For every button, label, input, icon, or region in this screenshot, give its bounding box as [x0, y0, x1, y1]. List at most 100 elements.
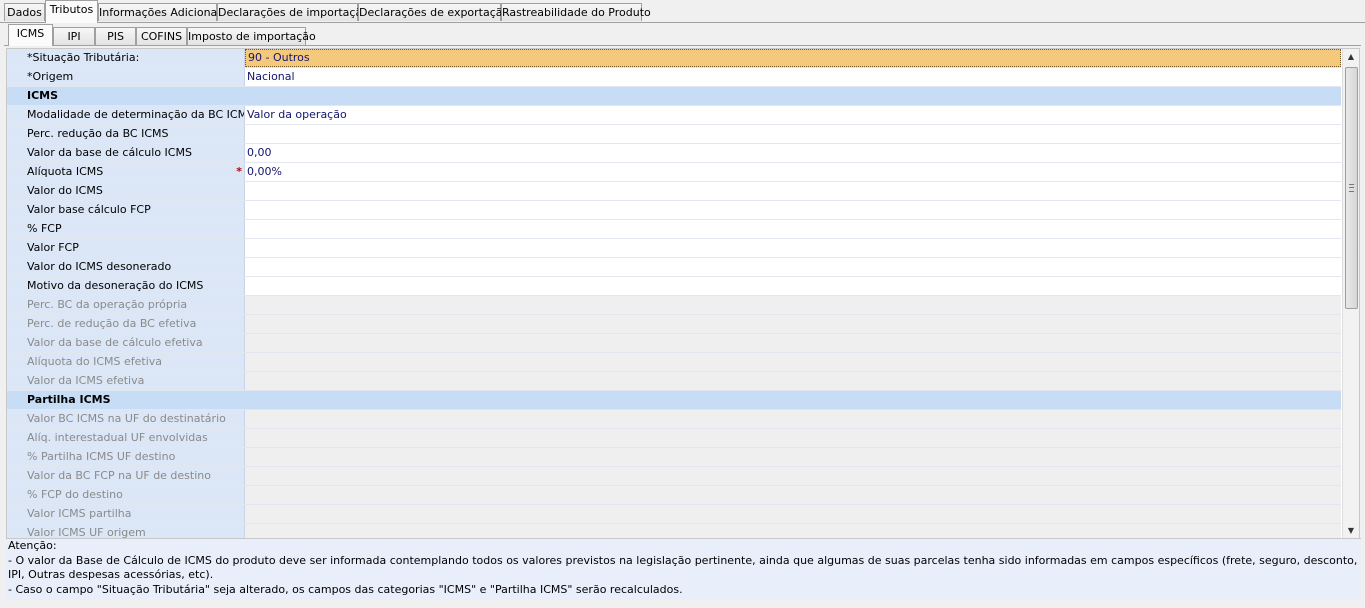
scroll-down-icon[interactable]: ▼ [1343, 523, 1359, 539]
tab-ipi[interactable]: IPI [53, 27, 95, 45]
category-header[interactable]: Partilha ICMS [7, 391, 1341, 410]
field-value [245, 467, 1341, 485]
required-marker: * [236, 165, 242, 178]
info-line-1: - O valor da Base de Cálculo de ICMS do … [8, 553, 1358, 582]
field-label-text: Perc. redução da BC ICMS [27, 127, 169, 140]
grid-row[interactable]: Perc. BC da operação própria [7, 296, 1341, 315]
field-label: Alíquota do ICMS efetiva [7, 353, 245, 371]
tab-tributos[interactable]: Tributos [45, 0, 98, 23]
grid-row[interactable]: Valor base cálculo FCP [7, 201, 1341, 220]
grid-row[interactable]: Valor do ICMS desonerado [7, 258, 1341, 277]
field-label-text: Valor da base de cálculo ICMS [27, 146, 192, 159]
field-value [245, 448, 1341, 466]
field-value [245, 429, 1341, 447]
field-label-text: Perc. BC da operação própria [27, 298, 188, 311]
field-label-text: % FCP do destino [27, 488, 123, 501]
sub-tab-strip: ICMS IPI PIS COFINS Imposto de importaçã… [4, 24, 1361, 46]
field-label-text: Modalidade de determinação da BC ICMS [27, 108, 245, 121]
field-value [245, 486, 1341, 504]
field-label-text: Valor da BC FCP na UF de destino [27, 469, 211, 482]
field-value[interactable]: 0,00% [245, 163, 1341, 181]
field-value [245, 353, 1341, 371]
field-value[interactable] [245, 201, 1341, 219]
field-label: Valor da base de cálculo efetiva [7, 334, 245, 352]
vertical-scrollbar[interactable]: ▲ ▼ [1342, 49, 1359, 539]
grip-icon [1349, 184, 1354, 192]
field-label: Valor do ICMS [7, 182, 245, 200]
field-value[interactable] [245, 125, 1341, 143]
field-value[interactable]: 90 - Outros [245, 49, 1341, 67]
tab-declaracoes-importacao[interactable]: Declarações de importação [217, 3, 369, 21]
field-label: Valor da BC FCP na UF de destino [7, 467, 245, 485]
grid-row[interactable]: Perc. de redução da BC efetiva [7, 315, 1341, 334]
field-value [245, 410, 1341, 428]
field-value [245, 296, 1341, 314]
grid-row[interactable]: Valor da base de cálculo ICMS 0,00 [7, 144, 1341, 163]
field-value[interactable]: Valor da operação [245, 106, 1341, 124]
grid-row[interactable]: Valor ICMS partilha [7, 505, 1341, 524]
tab-imposto-importacao[interactable]: Imposto de importação [187, 27, 316, 45]
category-header[interactable]: ICMS [7, 87, 1341, 106]
field-label: Valor FCP [7, 239, 245, 257]
field-value [245, 334, 1341, 352]
tab-cofins[interactable]: COFINS [136, 27, 187, 45]
field-label: % FCP [7, 220, 245, 238]
field-label-text: Valor do ICMS [27, 184, 103, 197]
field-value[interactable]: Nacional [245, 68, 1341, 86]
field-label: Valor da ICMS efetiva [7, 372, 245, 390]
grid-row[interactable]: Valor FCP [7, 239, 1341, 258]
tab-informacoes-adicionais[interactable]: Informações Adicionais [98, 3, 226, 21]
field-value[interactable] [245, 220, 1341, 238]
grid-row[interactable]: % Partilha ICMS UF destino [7, 448, 1341, 467]
grid-row[interactable]: Alíquota do ICMS efetiva [7, 353, 1341, 372]
field-label-text: Alíquota ICMS [27, 165, 104, 178]
tab-dados[interactable]: Dados [4, 3, 45, 21]
field-label-text: Valor ICMS partilha [27, 507, 132, 520]
grid-row[interactable]: Valor da BC FCP na UF de destino [7, 467, 1341, 486]
field-value [245, 505, 1341, 523]
field-value[interactable]: 0,00 [245, 144, 1341, 162]
field-label: Alíq. interestadual UF envolvidas [7, 429, 245, 447]
grid-row[interactable]: Valor da ICMS efetiva [7, 372, 1341, 391]
grid-row[interactable]: *Situação Tributária: 90 - Outros [7, 49, 1341, 68]
grid-row[interactable]: Modalidade de determinação da BC ICMS Val… [7, 106, 1341, 125]
field-value[interactable] [245, 239, 1341, 257]
field-label-text: Perc. de redução da BC efetiva [27, 317, 197, 330]
field-label: Valor da base de cálculo ICMS [7, 144, 245, 162]
field-label-text: Alíquota do ICMS efetiva [27, 355, 163, 368]
property-grid-rows: *Situação Tributária: 90 - Outros *Origem N… [7, 49, 1341, 539]
scroll-up-icon[interactable]: ▲ [1343, 49, 1359, 65]
grid-row[interactable]: Valor BC ICMS na UF do destinatário [7, 410, 1341, 429]
field-value[interactable] [245, 277, 1341, 295]
tab-icms[interactable]: ICMS [8, 24, 53, 46]
field-label-text: Valor FCP [27, 241, 79, 254]
field-label-text: Motivo da desoneração do ICMS [27, 279, 204, 292]
field-label-text: *Situação Tributária: [27, 51, 140, 64]
field-label-text: % Partilha ICMS UF destino [27, 450, 176, 463]
field-label: Perc. redução da BC ICMS [7, 125, 245, 143]
grid-row[interactable]: *Origem Nacional [7, 68, 1341, 87]
grid-row[interactable]: Motivo da desoneração do ICMS [7, 277, 1341, 296]
tab-pis[interactable]: PIS [95, 27, 136, 45]
grid-row[interactable]: Perc. redução da BC ICMS [7, 125, 1341, 144]
field-value[interactable] [245, 258, 1341, 276]
field-label: Alíquota ICMS * [7, 163, 245, 181]
field-label-text: Valor do ICMS desonerado [27, 260, 172, 273]
field-label-text: Valor da base de cálculo efetiva [27, 336, 203, 349]
grid-row[interactable]: Valor da base de cálculo efetiva [7, 334, 1341, 353]
grid-row[interactable]: Valor do ICMS [7, 182, 1341, 201]
grid-row[interactable]: % FCP [7, 220, 1341, 239]
grid-row[interactable]: Alíquota ICMS * 0,00% [7, 163, 1341, 182]
field-label-text: Valor BC ICMS na UF do destinatário [27, 412, 226, 425]
info-title: Atenção: [8, 539, 57, 552]
field-value[interactable] [245, 182, 1341, 200]
info-line-2: - Caso o campo "Situação Tributária" sej… [8, 582, 683, 596]
tab-declaracoes-exportacao[interactable]: Declarações de exportação [358, 3, 509, 21]
scroll-thumb[interactable] [1345, 67, 1358, 309]
field-label: % Partilha ICMS UF destino [7, 448, 245, 466]
tab-rastreabilidade-produto[interactable]: Rastreabilidade do Produto [501, 3, 651, 21]
info-panel: Atenção: - O valor da Base de Cálculo de… [6, 538, 1361, 600]
grid-row[interactable]: % FCP do destino [7, 486, 1341, 505]
grid-row[interactable]: Alíq. interestadual UF envolvidas [7, 429, 1341, 448]
field-label-text: Valor base cálculo FCP [27, 203, 151, 216]
